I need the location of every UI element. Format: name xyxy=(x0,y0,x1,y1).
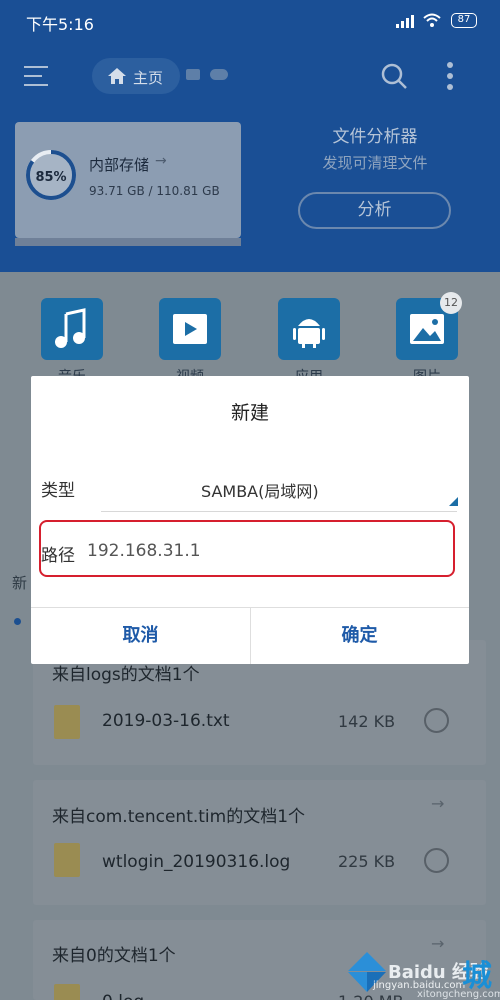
file-size: 142 KB xyxy=(338,712,396,731)
storage-name: 内部存储 xyxy=(89,156,150,174)
text-file-icon xyxy=(54,843,80,877)
arrow-right-icon[interactable]: → xyxy=(431,934,444,953)
android-icon xyxy=(293,319,325,348)
home-breadcrumb[interactable]: 主页 xyxy=(92,58,180,94)
file-name: 2019-03-16.txt xyxy=(102,711,230,731)
dropdown-indicator-icon[interactable] xyxy=(449,497,458,506)
timeline-dot xyxy=(14,618,21,625)
analyze-button[interactable]: 分析 xyxy=(298,192,451,229)
analyzer-title: 文件分析器 xyxy=(332,127,418,147)
music-icon xyxy=(55,308,86,348)
dialog-title: 新建 xyxy=(230,402,269,424)
section-title-fragment: 新 xyxy=(12,574,28,592)
status-time: 下午5:16 xyxy=(26,15,94,34)
file-name: wtlogin_20190316.log xyxy=(102,852,291,872)
home-label: 主页 xyxy=(133,69,164,87)
type-label: 类型 xyxy=(41,481,75,501)
confirm-button[interactable]: 确定 xyxy=(250,608,469,664)
shortcut-grid: 音乐 视频 应用 图片 12 xyxy=(0,272,500,378)
window-icon[interactable] xyxy=(186,69,200,80)
text-file-icon xyxy=(54,705,80,739)
file-size: 225 KB xyxy=(338,852,396,871)
signal-icon xyxy=(396,14,418,28)
select-checkbox[interactable] xyxy=(424,848,449,873)
select-checkbox[interactable] xyxy=(424,708,449,733)
storage-card[interactable]: 85% 内部存储 → 93.71 GB / 110.81 GB xyxy=(15,122,241,238)
doc-group-card[interactable]: 来自com.tencent.tim的文档1个 → wtlogin_2019031… xyxy=(33,780,486,905)
more-icon[interactable] xyxy=(447,62,453,90)
path-label: 路径 xyxy=(41,546,75,566)
shortcut-video[interactable]: 视频 xyxy=(159,298,221,378)
card-shadow xyxy=(15,238,241,246)
analyzer-subtitle: 发现可清理文件 xyxy=(322,154,428,172)
text-file-icon xyxy=(54,984,80,1000)
home-icon xyxy=(108,68,126,84)
storage-size: 93.71 GB / 110.81 GB xyxy=(89,184,220,198)
cloud-icon[interactable] xyxy=(210,69,228,80)
battery-level: 87 xyxy=(457,14,471,25)
image-count-badge: 12 xyxy=(440,292,462,314)
type-underline xyxy=(101,511,457,512)
search-icon[interactable] xyxy=(380,62,408,90)
path-input[interactable] xyxy=(87,539,427,563)
watermark-char: 城 xyxy=(462,959,492,994)
arrow-right-icon: → xyxy=(155,153,167,169)
video-icon xyxy=(173,314,207,344)
shortcut-apps[interactable]: 应用 xyxy=(278,298,340,378)
menu-icon[interactable] xyxy=(24,66,48,86)
app-toolbar: 主页 xyxy=(0,42,500,112)
header-band: 85% 内部存储 → 93.71 GB / 110.81 GB 文件分析器 发现… xyxy=(0,112,500,272)
cancel-button[interactable]: 取消 xyxy=(31,608,250,664)
wifi-icon xyxy=(423,13,441,27)
arrow-right-icon[interactable]: → xyxy=(431,794,444,813)
storage-percent: 85% xyxy=(35,170,67,185)
doc-group-title: 来自com.tencent.tim的文档1个 xyxy=(52,807,306,827)
battery-icon: 87 xyxy=(451,13,477,28)
shortcut-music[interactable]: 音乐 xyxy=(41,298,103,378)
type-select[interactable]: SAMBA(局域网) xyxy=(201,478,319,502)
status-bar: 下午5:16 87 xyxy=(0,0,500,42)
file-name: 0.log xyxy=(102,992,144,1000)
doc-group-title: 来自0的文档1个 xyxy=(52,946,176,966)
new-connection-dialog: 新建 类型 SAMBA(局域网) 路径 取消 确定 xyxy=(31,376,469,664)
